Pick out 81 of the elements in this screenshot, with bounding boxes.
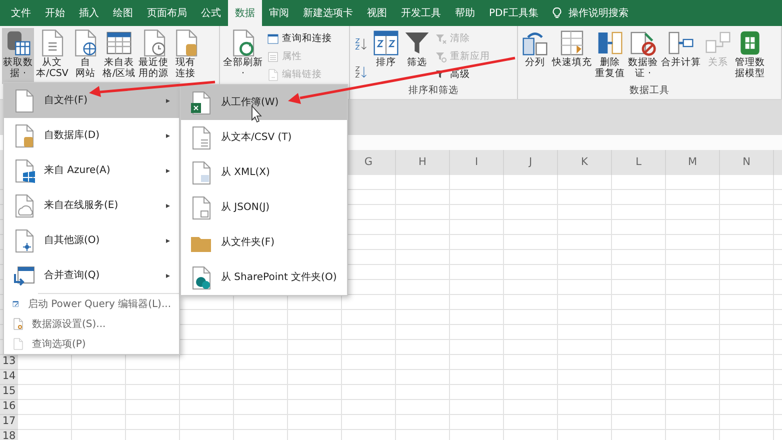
submenu-arrow-icon (165, 96, 171, 104)
ribbon-tab[interactable]: 数据 (228, 0, 262, 26)
clear-filter-icon (435, 33, 447, 45)
menu-item[interactable]: 从文件夹(F) (181, 225, 347, 260)
menu-item[interactable]: 启动 Power Query 编辑器(L)... (4, 294, 179, 314)
workbook-file-icon (189, 90, 213, 114)
menu-item[interactable]: 合并查询(Q) (4, 258, 179, 293)
validation-icon (629, 29, 657, 57)
ribbon-tab[interactable]: 审阅 (262, 0, 296, 26)
ribbon-button[interactable]: 现有 连接 (170, 28, 201, 84)
row-header[interactable]: 14 (0, 370, 18, 385)
menu-item[interactable]: 来自 Azure(A) (4, 153, 179, 188)
table-icon (104, 29, 133, 57)
column-header[interactable]: H (396, 150, 450, 175)
menu-item[interactable]: 从工作簿(W) (181, 85, 347, 120)
row-header[interactable]: 16 (0, 400, 18, 415)
ribbon-button[interactable]: 全部刷新 · (222, 28, 264, 84)
lightbulb-icon (551, 6, 564, 20)
group-label: 数据工具 (628, 84, 670, 98)
submenu-arrow-icon (165, 236, 171, 244)
ribbon-button[interactable]: 合并计算 (660, 28, 702, 84)
submenu-arrow-icon (165, 202, 171, 210)
ribbon-button[interactable]: 筛选 (402, 28, 432, 84)
ribbon-button[interactable]: 查询和连接 (265, 31, 334, 47)
ribbon-tab[interactable]: 帮助 (448, 0, 482, 26)
menu-item[interactable]: 数据源设置(S)... (4, 314, 179, 334)
menu-item[interactable]: 自数据库(D) (4, 118, 179, 153)
ribbon-tab[interactable]: 文件 (4, 0, 38, 26)
ribbon-button[interactable]: 快速填充 (551, 28, 593, 84)
column-header[interactable]: N (720, 150, 774, 175)
menu-item[interactable]: 从 JSON(J) (181, 190, 347, 225)
menu-item[interactable]: 查询选项(P) (4, 334, 179, 354)
blank-file-icon (12, 338, 24, 350)
ribbon-tab[interactable]: 页面布局 (140, 0, 194, 26)
list-icon (267, 33, 279, 45)
column-header[interactable]: M (666, 150, 720, 175)
row-header[interactable]: 17 (0, 415, 18, 430)
link-file-icon (267, 69, 279, 81)
ribbon-tab[interactable]: 开始 (38, 0, 72, 26)
column-header[interactable]: L (612, 150, 666, 175)
column-header[interactable]: K (558, 150, 612, 175)
ribbon-button[interactable]: 获取数 据 · (2, 28, 34, 84)
ribbon-button[interactable]: 从文 本/CSV (35, 28, 70, 84)
ribbon-button[interactable]: 管理数 据模型 (734, 28, 766, 84)
merge-table-icon (12, 264, 36, 288)
ribbon-tab[interactable]: 视图 (360, 0, 394, 26)
ribbon-tab[interactable]: 绘图 (106, 0, 140, 26)
remove-duplicates-icon (596, 29, 624, 57)
ribbon-button[interactable]: 数据验 证 · (627, 28, 659, 84)
tell-me-search[interactable]: 操作说明搜索 (568, 6, 628, 20)
sort-icon (372, 29, 400, 57)
ribbon-button[interactable]: 删除 重复值 (594, 28, 626, 84)
submenu-arrow-icon (165, 132, 171, 140)
ribbon-tab[interactable]: 公式 (194, 0, 228, 26)
ribbon-tab[interactable]: PDF工具集 (482, 0, 546, 26)
menu-item[interactable]: 从 SharePoint 文件夹(O) (181, 260, 347, 295)
edit-window-icon (12, 298, 20, 310)
mouse-cursor-icon (252, 104, 262, 123)
sort-ascending-icon (354, 37, 368, 51)
column-header[interactable]: J (504, 150, 558, 175)
submenu-arrow-icon (165, 272, 171, 280)
ribbon-tab[interactable]: 新建选项卡 (296, 0, 360, 26)
ribbon-button[interactable]: 自 网站 (70, 28, 100, 84)
column-header[interactable]: I (450, 150, 504, 175)
ribbon-tab[interactable]: 开发工具 (394, 0, 448, 26)
menu-item[interactable]: 来自在线服务(E) (4, 188, 179, 223)
properties-icon (267, 51, 279, 63)
row-header[interactable]: 18 (0, 430, 18, 440)
ribbon-tab[interactable]: 插入 (72, 0, 106, 26)
ribbon-button[interactable]: 分列 (520, 28, 550, 84)
consolidate-icon (667, 29, 695, 57)
submenu-arrow-icon (165, 166, 171, 174)
ribbon-button[interactable]: 排序 (371, 28, 401, 84)
reapply-filter-icon (435, 51, 447, 63)
sort-descending-icon (354, 65, 368, 79)
row-header[interactable]: 15 (0, 385, 18, 400)
menu-item[interactable]: 自文件(F) (4, 83, 179, 118)
flash-fill-icon (558, 29, 586, 57)
settings-file-icon (12, 318, 24, 330)
group-label: 排序和筛选 (408, 84, 460, 98)
menu-item[interactable]: 自其他源(O) (4, 223, 179, 258)
